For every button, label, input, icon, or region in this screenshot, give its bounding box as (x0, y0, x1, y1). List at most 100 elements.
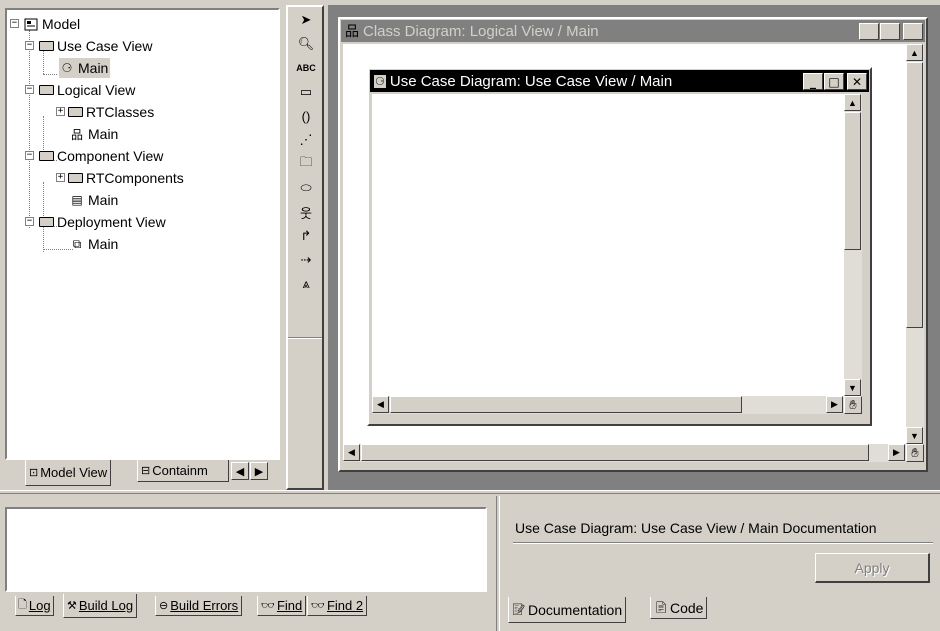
tab-model-view[interactable]: ⊡ Model View (25, 460, 112, 486)
expand-rtcomponents-toggle[interactable]: + (56, 173, 65, 182)
association-tool[interactable]: ↱ (290, 225, 322, 247)
use-case-close-button[interactable]: ✕ (847, 73, 867, 90)
tab-scroll-right-button[interactable]: ▶ (250, 462, 268, 480)
output-log-area[interactable] (5, 507, 487, 592)
tree-item-deployment-main[interactable]: ⧉ Main (69, 234, 119, 254)
component-diagram-icon: ▤ (71, 193, 83, 207)
tab-scroll-left-button[interactable]: ◀ (231, 462, 249, 480)
scroll-left-button[interactable]: ◀ (372, 396, 389, 413)
scroll-thumb[interactable] (361, 444, 869, 461)
minimize-icon: _ (810, 74, 816, 89)
log-icon: 🗋︎ (18, 599, 27, 611)
class-diagram-title: Class Diagram: Logical View / Main (363, 22, 599, 40)
tree-item-component-view[interactable]: Component View (38, 146, 163, 166)
class-diagram-titlebar[interactable]: 品 Class Diagram: Logical View / Main _ □… (341, 20, 925, 42)
tree-item-use-case-main[interactable]: ⚆ Main (59, 58, 111, 78)
use-case-tool[interactable]: ⬭ (290, 177, 322, 199)
tree-item-use-case-view[interactable]: Use Case View (38, 36, 152, 56)
scroll-left-button[interactable]: ◀ (343, 444, 360, 461)
tree-item-deployment-view[interactable]: Deployment View (38, 212, 166, 232)
pan-hand-button[interactable]: ✋︎ (906, 444, 924, 462)
class-vertical-scrollbar[interactable]: ▲ ▼ (906, 44, 924, 444)
maximize-icon: □ (828, 74, 840, 89)
tree-label-use-case-main: Main (78, 60, 109, 76)
tree-item-rtcomponents[interactable]: RTComponents (67, 168, 184, 188)
dependency-tool[interactable]: ⇢ (290, 249, 322, 271)
tree-item-model[interactable]: Model (23, 14, 80, 34)
anchor-note-tool[interactable]: ⋰ (290, 129, 322, 151)
generalization-tool[interactable]: ⩓ (290, 273, 322, 295)
tab-build-errors[interactable]: ⊖ Build Errors (155, 596, 243, 616)
dotted-line-icon: ⋰ (299, 132, 313, 147)
tab-find-2[interactable]: 👓︎ Find 2 (307, 596, 368, 616)
use-case-canvas[interactable] (372, 94, 844, 396)
package-tool[interactable]: 🗀︎ (290, 153, 322, 175)
class-minimize-button[interactable]: _ (859, 23, 879, 40)
bottom-splitter[interactable] (0, 490, 940, 494)
tree-item-rtclasses[interactable]: RTClasses (67, 102, 154, 122)
scroll-right-button[interactable]: ▶ (826, 396, 843, 413)
selection-tool[interactable]: ➤ (290, 9, 322, 31)
tab-log[interactable]: 🗋︎ Log (15, 596, 54, 616)
tree-item-component-main[interactable]: ▤ Main (69, 190, 118, 210)
scroll-down-button[interactable]: ▼ (906, 427, 923, 444)
class-close-button[interactable]: ✕ (903, 23, 923, 40)
actor-icon: 웃 (300, 205, 312, 221)
scroll-right-button[interactable]: ▶ (888, 444, 905, 461)
use-case-diagram-title: Use Case Diagram: Use Case View / Main (389, 72, 673, 90)
collapse-component-view-toggle[interactable]: − (25, 151, 34, 160)
generalization-icon: ⩓ (302, 276, 310, 291)
association-arrow-icon: ↱ (300, 228, 312, 243)
class-diagram-icon: 品 (70, 127, 83, 142)
tree-label-deployment-main: Main (88, 236, 119, 252)
collapse-deployment-view-toggle[interactable]: − (25, 217, 34, 226)
collapse-use-case-view-toggle[interactable]: − (25, 41, 34, 50)
collapse-logical-view-toggle[interactable]: − (25, 85, 34, 94)
class-horizontal-scrollbar[interactable]: ◀ ▶ (343, 444, 906, 462)
use-case-titlebar[interactable]: ⚆ Use Case Diagram: Use Case View / Main… (370, 70, 869, 92)
tab-code[interactable]: 📄︎ Code (650, 597, 708, 619)
scroll-thumb[interactable] (390, 396, 742, 413)
scroll-down-button[interactable]: ▼ (844, 379, 861, 396)
actor-tool[interactable]: 웃 (290, 201, 322, 223)
deployment-diagram-icon: ⧉ (72, 236, 82, 251)
tab-build-errors-label: Build Errors (170, 598, 239, 613)
package-folder-icon (38, 83, 54, 97)
apply-button-label: Apply (854, 559, 890, 576)
scroll-up-button[interactable]: ▲ (906, 44, 923, 61)
binoculars-icon: 👓︎ (311, 600, 325, 612)
bottom-vertical-splitter[interactable] (496, 496, 500, 631)
use-case-diagram-window[interactable]: ⚆ Use Case Diagram: Use Case View / Main… (367, 67, 872, 426)
constraint-tool[interactable]: () (290, 105, 322, 127)
package-folder-icon (38, 149, 54, 163)
pan-hand-button[interactable]: ✋︎ (844, 396, 862, 414)
binoculars-icon: 👓︎ (261, 600, 275, 612)
tab-containment[interactable]: ⊟ Containm (137, 460, 229, 482)
use-case-horizontal-scrollbar[interactable]: ◀ ▶ (372, 396, 844, 414)
apply-button[interactable]: Apply (815, 553, 930, 583)
model-tree-panel[interactable]: − Model − Use Case View ⚆ Main − Logical… (5, 8, 280, 460)
model-icon: ⊡ (29, 467, 39, 479)
use-case-minimize-button[interactable]: _ (803, 73, 823, 90)
collapse-model-toggle[interactable]: − (10, 19, 19, 28)
scroll-thumb[interactable] (906, 62, 923, 328)
tree-item-logical-main[interactable]: 品 Main (69, 124, 118, 144)
hand-icon: ✋︎ (849, 397, 857, 412)
zoom-tool[interactable]: 🔍︎ (290, 33, 322, 55)
tab-build-log[interactable]: ⚒ Build Log (63, 594, 138, 618)
tree-item-logical-view[interactable]: Logical View (38, 80, 135, 100)
use-case-vertical-scrollbar[interactable]: ▲ ▼ (844, 94, 862, 396)
use-case-diagram-icon: ⚆ (61, 61, 73, 75)
tab-find[interactable]: 👓︎ Find (257, 596, 307, 616)
package-folder-icon (38, 215, 54, 229)
tab-documentation[interactable]: 📝︎ Documentation (508, 597, 627, 623)
note-tool[interactable]: ▭ (290, 81, 322, 103)
error-icon: ⊖ (159, 600, 169, 612)
class-maximize-button[interactable]: □ (880, 23, 900, 40)
use-case-maximize-button[interactable]: □ (824, 73, 844, 90)
expand-rtclasses-toggle[interactable]: + (56, 107, 65, 116)
scroll-thumb[interactable] (844, 112, 861, 250)
tree-label-rtclasses: RTClasses (86, 104, 155, 120)
text-tool[interactable]: ABC (290, 57, 322, 79)
scroll-up-button[interactable]: ▲ (844, 94, 861, 111)
